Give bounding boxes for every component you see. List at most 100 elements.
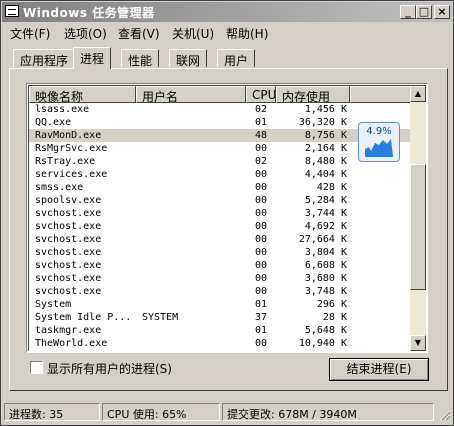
table-row[interactable]: TheWorld.exe 003,608 K <box>29 350 411 351</box>
table-row[interactable]: System Idle P... SYSTEM 37 28 K <box>29 311 411 324</box>
process-memory: 27,664 K <box>298 234 347 245</box>
table-row[interactable]: System 01 296 K <box>29 298 411 311</box>
table-row[interactable]: TheWorld.exe 00 10,940 K <box>29 337 411 350</box>
process-memory: 8,480 K <box>304 156 347 167</box>
process-memory: 1,456 K <box>304 104 347 115</box>
process-name: smss.exe <box>35 182 84 193</box>
process-name: QQ.exe <box>35 117 72 128</box>
process-cpu: 00 <box>254 338 267 349</box>
tab-networking[interactable]: 联网 <box>169 49 208 68</box>
process-memory: 3,804 K <box>304 247 347 258</box>
table-row[interactable]: svchost.exe 00 6,608 K <box>29 259 411 272</box>
window-title: Windows 任务管理器 <box>23 6 155 20</box>
table-row[interactable]: smss.exe 00 428 K <box>29 181 411 194</box>
process-name: TheWorld.exe <box>35 350 107 351</box>
table-row[interactable]: services.exe 00 4,404 K <box>29 168 411 181</box>
process-cpu: 00 <box>254 195 267 206</box>
table-row[interactable]: taskmgr.exe 01 5,648 K <box>29 324 411 337</box>
process-memory: 4,404 K <box>304 169 347 180</box>
process-name: RsMgrSvc.exe <box>35 143 108 154</box>
scroll-down-button[interactable]: ▼ <box>410 335 426 351</box>
process-cpu: 00 <box>254 221 267 232</box>
process-cpu: 02 <box>254 104 267 115</box>
menu-file[interactable]: 文件(F) <box>10 25 50 42</box>
process-memory: 3,744 K <box>304 208 347 219</box>
table-row[interactable]: QQ.exe 01 36,320 K <box>29 116 411 129</box>
menu-help[interactable]: 帮助(H) <box>226 25 268 42</box>
menu-shutdown[interactable]: 关机(U) <box>172 25 214 42</box>
table-row[interactable]: svchost.exe 00 27,664 K <box>29 233 411 246</box>
process-name: svchost.exe <box>35 234 102 245</box>
scroll-thumb[interactable] <box>410 164 426 290</box>
process-memory: 3,680 K <box>304 273 347 284</box>
table-row[interactable]: svchost.exe 00 3,680 K <box>29 272 411 285</box>
scroll-up-button[interactable]: ▲ <box>410 86 426 102</box>
process-name: RavMonD.exe <box>35 130 102 141</box>
table-row[interactable]: svchost.exe 00 4,692 K <box>29 220 411 233</box>
process-memory: 4,692 K <box>304 221 347 232</box>
process-name: lsass.exe <box>35 104 90 115</box>
table-row[interactable]: svchost.exe 00 3,744 K <box>29 207 411 220</box>
process-memory: 5,284 K <box>304 195 347 206</box>
process-cpu: 00 <box>254 182 267 193</box>
minimize-button[interactable]: _ <box>400 5 416 19</box>
title-bar[interactable]: Windows 任务管理器 _ □ × <box>2 2 452 22</box>
process-memory: 5,648 K <box>304 325 347 336</box>
process-name: System <box>35 299 72 310</box>
cpu-graph-icon <box>365 139 393 157</box>
process-cpu: 01 <box>254 117 267 128</box>
process-memory: 296 K <box>316 299 347 310</box>
vertical-scrollbar[interactable]: ▲ ▼ <box>410 86 426 351</box>
process-name: TheWorld.exe <box>35 338 108 349</box>
maximize-button[interactable]: □ <box>416 5 432 19</box>
tab-applications[interactable]: 应用程序 <box>13 49 76 68</box>
close-button[interactable]: × <box>434 5 450 19</box>
process-memory: 28 K <box>322 312 347 323</box>
show-all-users-checkbox[interactable] <box>30 361 43 374</box>
table-row[interactable]: svchost.exe 00 3,804 K <box>29 246 411 259</box>
process-cpu: 00 <box>225 350 267 351</box>
process-name: RsTray.exe <box>35 156 96 167</box>
process-memory: 2,164 K <box>304 143 347 154</box>
column-user-name[interactable]: 用户名 <box>136 86 246 103</box>
tab-performance[interactable]: 性能 <box>121 49 160 68</box>
tab-processes[interactable]: 进程 <box>73 47 112 69</box>
status-cpu-usage: CPU 使用: 65% <box>102 403 220 421</box>
process-memory: 3,608 K <box>267 350 347 351</box>
process-memory: 36,320 K <box>298 117 347 128</box>
table-row[interactable]: spoolsv.exe 00 5,284 K <box>29 194 411 207</box>
show-all-users-label[interactable]: 显示所有用户的进程(S) <box>47 360 172 377</box>
menu-view[interactable]: 查看(V) <box>118 25 160 42</box>
process-name: services.exe <box>35 169 108 180</box>
column-image-name[interactable]: 映像名称 <box>29 86 136 103</box>
column-memory[interactable]: 内存使用 <box>276 86 350 103</box>
end-process-button[interactable]: 结束进程(E) <box>329 358 429 381</box>
cpu-usage-gauge: 4.9% <box>358 122 400 162</box>
status-process-count: 进程数: 35 <box>4 403 100 421</box>
process-name: svchost.exe <box>35 221 102 232</box>
process-memory: 10,940 K <box>298 338 347 349</box>
process-name: svchost.exe <box>35 260 102 271</box>
process-cpu: 37 <box>254 312 267 323</box>
process-cpu: 01 <box>254 325 267 336</box>
process-cpu: 00 <box>254 247 267 258</box>
process-list-header: 映像名称 用户名 CPU 内存使用 <box>29 86 426 103</box>
table-row[interactable]: RsMgrSvc.exe 00 2,164 K <box>29 142 411 155</box>
process-cpu: 00 <box>254 234 267 245</box>
status-bar: 进程数: 35 CPU 使用: 65% 提交更改: 678M / 3940M <box>2 402 452 422</box>
table-row[interactable]: svchost.exe 00 3,748 K <box>29 285 411 298</box>
table-row[interactable]: RsTray.exe 02 8,480 K <box>29 155 411 168</box>
process-memory: 3,748 K <box>304 286 347 297</box>
table-row[interactable]: lsass.exe 02 1,456 K <box>29 103 411 116</box>
task-manager-window: Windows 任务管理器 _ □ × 文件(F) 选项(O) 查看(V) 关机… <box>0 0 454 426</box>
process-memory: 8,756 K <box>304 130 347 141</box>
process-memory: 428 K <box>316 182 347 193</box>
table-row[interactable]: RavMonD.exe 48 8,756 K <box>29 129 411 142</box>
process-name: System Idle P... <box>35 312 132 323</box>
menu-options[interactable]: 选项(O) <box>64 25 107 42</box>
column-cpu[interactable]: CPU <box>246 86 276 103</box>
process-name: spoolsv.exe <box>35 195 102 206</box>
process-cpu: 00 <box>254 286 267 297</box>
tab-users[interactable]: 用户 <box>217 49 256 68</box>
resize-grip-icon[interactable] <box>439 409 451 421</box>
